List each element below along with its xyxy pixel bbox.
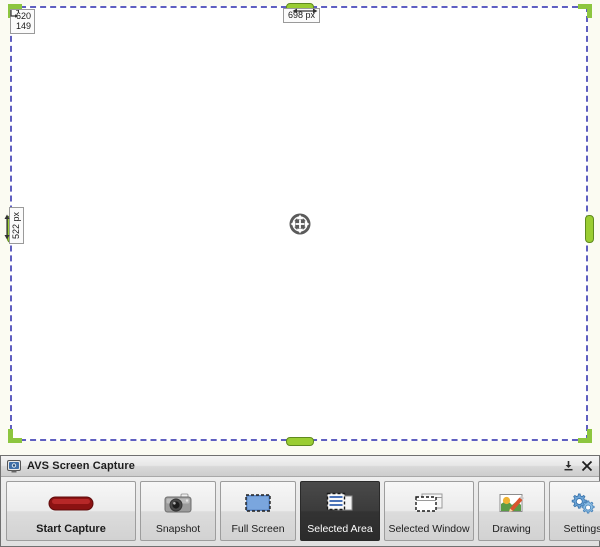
selected-window-button[interactable]: Selected Window (384, 481, 474, 541)
move-crosshair-icon[interactable] (288, 212, 312, 236)
start-capture-label: Start Capture (36, 523, 106, 535)
title-bar[interactable]: AVS Screen Capture (1, 456, 599, 477)
selected-area-label: Selected Area (307, 523, 373, 535)
settings-button[interactable]: Settings (549, 481, 600, 541)
selected-window-icon (385, 482, 473, 523)
window-controls (561, 458, 594, 473)
horizontal-arrow-icon (292, 2, 318, 20)
screen-capture-overlay-screen: 620 149 698 px 522 px AVS Screen Capture… (0, 0, 600, 547)
app-title: AVS Screen Capture (27, 460, 135, 472)
selected-area-button[interactable]: Selected Area (300, 481, 380, 541)
full-screen-button[interactable]: Full Screen (220, 481, 296, 541)
corner-arrow-icon (10, 5, 20, 18)
camera-icon (141, 482, 215, 523)
drawing-label: Drawing (492, 523, 531, 535)
record-icon (7, 482, 135, 523)
full-screen-label: Full Screen (231, 523, 285, 535)
capture-overlay: 620 149 698 px 522 px (0, 0, 600, 455)
height-tooltip: 522 px (9, 207, 24, 245)
settings-gears-icon (550, 482, 600, 523)
selected-area-icon (301, 482, 379, 523)
toolbar: Start Capture Snapshot Full Screen Selec… (1, 477, 600, 546)
full-screen-icon (221, 482, 295, 523)
resize-handle-bottom-left[interactable] (8, 429, 22, 443)
drawing-icon (479, 482, 544, 523)
resize-handle-top-right[interactable] (578, 4, 592, 18)
screen-capture-icon (7, 459, 21, 473)
snapshot-label: Snapshot (155, 523, 201, 535)
app-window: AVS Screen Capture Start Capture Snapsho… (0, 455, 600, 547)
settings-label: Settings (563, 523, 600, 535)
start-capture-button[interactable]: Start Capture (6, 481, 136, 541)
height-value: 522 px (11, 212, 21, 240)
vertical-arrow-icon (3, 214, 11, 245)
minimize-icon[interactable] (561, 458, 576, 473)
resize-handle-bottom[interactable] (286, 437, 314, 446)
close-icon[interactable] (579, 458, 594, 473)
drawing-button[interactable]: Drawing (478, 481, 545, 541)
snapshot-button[interactable]: Snapshot (140, 481, 216, 541)
selected-window-label: Selected Window (388, 523, 470, 535)
resize-handle-bottom-right[interactable] (578, 429, 592, 443)
coordinate-y: 149 (15, 21, 31, 31)
resize-handle-right[interactable] (585, 215, 594, 243)
